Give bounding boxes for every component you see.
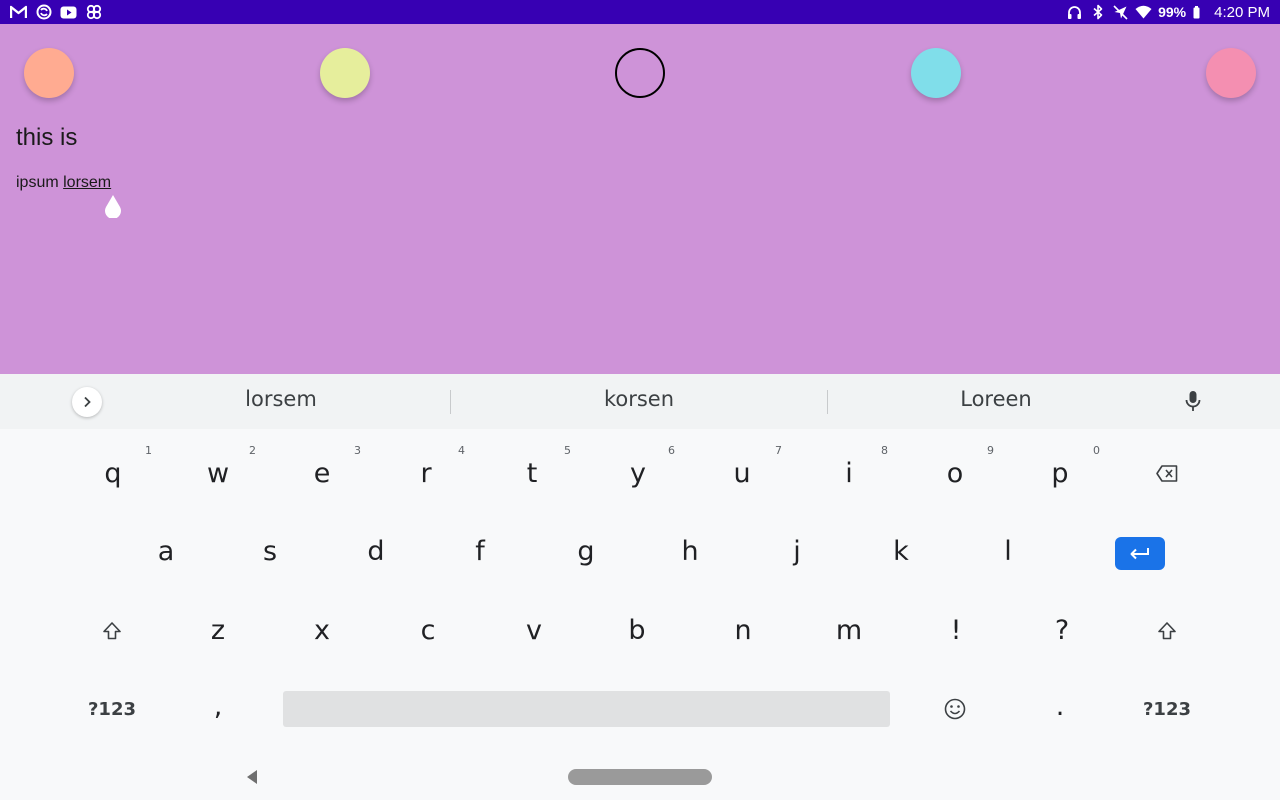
battery-percent: 99% [1158, 4, 1187, 20]
color-swatch-cyan[interactable] [911, 48, 961, 98]
suggestion-divider [827, 390, 828, 414]
gmail-icon [10, 4, 27, 21]
text-cursor-handle[interactable] [103, 194, 123, 218]
color-swatch-pink[interactable] [1206, 48, 1256, 98]
shift-icon [103, 622, 121, 640]
symbols-key-right[interactable]: ?123 [1117, 691, 1217, 727]
suggestion-3[interactable]: Loreen [876, 387, 1116, 411]
suggestion-1[interactable]: lorsem [161, 387, 401, 411]
note-title[interactable]: this is [16, 124, 77, 152]
key-question[interactable]: ? [1012, 612, 1112, 648]
key-hint-8: 8 [881, 444, 888, 457]
key-b[interactable]: b [587, 612, 687, 648]
key-hint-7: 7 [775, 444, 782, 457]
shift-icon [1158, 622, 1176, 640]
system-icons: 99% 4:20 PM [1066, 3, 1270, 21]
key-j[interactable]: j [747, 533, 847, 569]
app-content: this is ipsum lorsem [0, 24, 1280, 374]
key-period[interactable]: . [1010, 688, 1110, 724]
key-z[interactable]: z [168, 612, 268, 648]
composing-word: lorsem [63, 174, 112, 191]
key-comma[interactable]: , [168, 688, 268, 724]
key-hint-1: 1 [145, 444, 152, 457]
spacebar[interactable] [283, 691, 890, 727]
key-n[interactable]: n [693, 612, 793, 648]
key-m[interactable]: m [799, 612, 899, 648]
key-k[interactable]: k [851, 533, 951, 569]
back-icon[interactable] [245, 769, 259, 785]
color-swatch-orange[interactable] [24, 48, 74, 98]
suggestion-2[interactable]: korsen [519, 387, 759, 411]
status-bar: 99% 4:20 PM [0, 0, 1280, 24]
key-hint-4: 4 [458, 444, 465, 457]
suggestion-strip: lorsem korsen Loreen [0, 374, 1280, 429]
notification-icons [10, 3, 102, 21]
symbols-key-left[interactable]: ?123 [62, 691, 162, 727]
key-y[interactable]: y [588, 455, 688, 491]
key-i[interactable]: i [799, 455, 899, 491]
key-u[interactable]: u [692, 455, 792, 491]
key-o[interactable]: o [905, 455, 1005, 491]
shift-key-right[interactable] [1117, 613, 1217, 649]
backspace-icon [1156, 464, 1178, 482]
key-t[interactable]: t [482, 455, 582, 491]
suggestion-divider [450, 390, 451, 414]
clock: 4:20 PM [1214, 3, 1270, 21]
bluetooth-icon [1089, 4, 1106, 21]
key-c[interactable]: c [378, 612, 478, 648]
key-v[interactable]: v [484, 612, 584, 648]
color-swatch-purple[interactable] [615, 48, 665, 98]
battery-icon [1192, 4, 1200, 21]
body-text-prefix: ipsum [16, 174, 64, 191]
microphone-icon[interactable] [1182, 388, 1204, 414]
soft-keyboard: lorsem korsen Loreen q w e r t y u i o p… [0, 374, 1280, 800]
key-a[interactable]: a [116, 533, 216, 569]
key-r[interactable]: r [376, 455, 476, 491]
key-hint-0: 0 [1093, 444, 1100, 457]
enter-icon [1130, 547, 1149, 559]
expand-toolbar-button[interactable] [72, 387, 102, 417]
emoji-icon [944, 698, 966, 720]
key-w[interactable]: w [168, 455, 268, 491]
home-pill[interactable] [568, 769, 712, 785]
key-f[interactable]: f [430, 533, 530, 569]
key-h[interactable]: h [640, 533, 740, 569]
key-d[interactable]: d [326, 533, 426, 569]
chevron-right-icon [84, 396, 91, 408]
pinwheel-icon [85, 4, 102, 21]
youtube-icon [60, 4, 77, 21]
note-body[interactable]: ipsum lorsem [16, 174, 111, 192]
key-hint-6: 6 [668, 444, 675, 457]
key-exclamation[interactable]: ! [906, 612, 1006, 648]
key-hint-9: 9 [987, 444, 994, 457]
key-p[interactable]: p [1010, 455, 1110, 491]
key-q[interactable]: q [63, 455, 163, 491]
key-g[interactable]: g [536, 533, 636, 569]
wifi-icon [1135, 4, 1152, 21]
key-hint-2: 2 [249, 444, 256, 457]
sync-icon [35, 4, 52, 21]
key-e[interactable]: e [272, 455, 372, 491]
key-x[interactable]: x [272, 612, 372, 648]
color-swatch-yellow[interactable] [320, 48, 370, 98]
shift-key-left[interactable] [62, 613, 162, 649]
location-off-icon [1112, 4, 1129, 21]
enter-key[interactable] [1115, 537, 1165, 570]
headphones-icon [1066, 4, 1083, 21]
key-s[interactable]: s [220, 533, 320, 569]
key-hint-3: 3 [354, 444, 361, 457]
emoji-key[interactable] [905, 691, 1005, 727]
key-l[interactable]: l [958, 533, 1058, 569]
backspace-key[interactable] [1117, 455, 1217, 491]
key-hint-5: 5 [564, 444, 571, 457]
